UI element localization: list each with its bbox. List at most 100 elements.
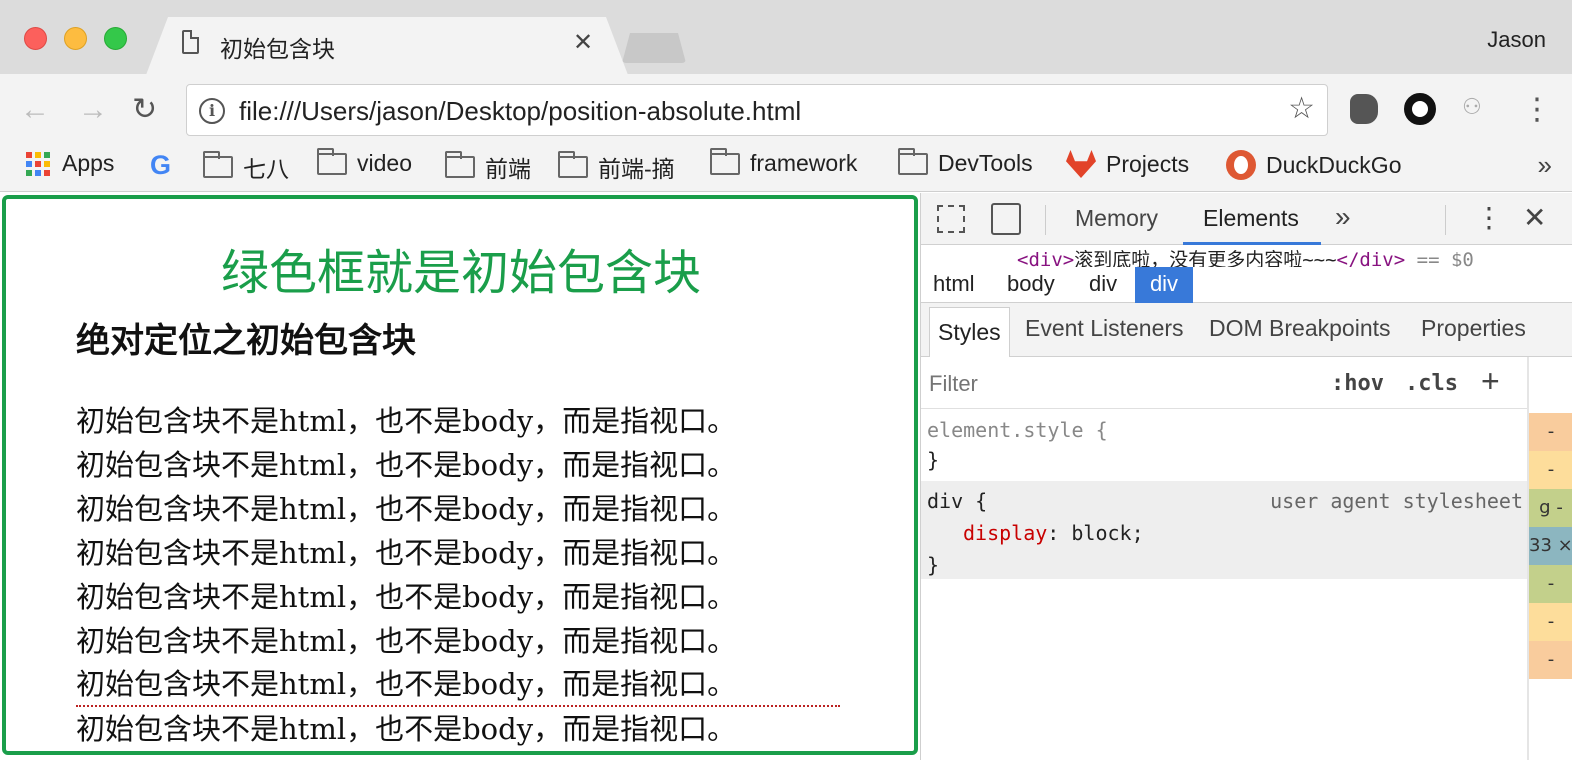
browser-tab[interactable] [146,17,628,75]
folder-icon [203,151,233,178]
css-colon: : [1047,521,1072,545]
forward-arrow-icon[interactable]: → [78,92,108,128]
text-line: 初始包含块不是html，也不是body，而是指视口。 [76,448,737,482]
bookmarks-overflow-icon[interactable]: » [1538,150,1552,181]
bookmark-folder-video[interactable]: video [317,147,412,177]
box-model-border-bottom: - [1529,603,1572,641]
box-model-border: - [1529,451,1572,489]
breadcrumb-div-selected[interactable]: div [1135,267,1193,303]
file-icon [182,30,199,54]
info-icon[interactable]: i [199,98,225,124]
element-style-selector: element.style { [927,418,1108,442]
subtab-properties[interactable]: Properties [1421,315,1526,342]
address-bar[interactable]: i file:///Users/jason/Desktop/position-a… [186,84,1328,136]
text-line: 初始包含块不是html，也不是body，而是指视口。 [76,492,737,526]
subtab-dom-breakpoints[interactable]: DOM Breakpoints [1209,315,1391,342]
elements-subtabs: Styles Event Listeners DOM Breakpoints P… [921,303,1572,358]
subtab-styles[interactable]: Styles [929,307,1010,358]
bookmark-label: framework [750,150,858,176]
breadcrumb-div[interactable]: div [1079,267,1127,303]
bookmark-label: DevTools [938,150,1033,176]
google-icon: G [150,150,172,180]
url-text[interactable]: file:///Users/jason/Desktop/position-abs… [239,96,801,127]
duckduckgo-icon [1226,150,1256,180]
bookmark-duckduckgo[interactable]: DuckDuckGo [1226,150,1401,180]
new-style-rule-icon[interactable]: + [1481,363,1500,400]
devtools-panel: Memory Elements » ⋮ ✕ <div>滚到底啦，没有更多内容啦~… [920,193,1572,760]
box-model-padding: g - [1529,489,1572,527]
paragraph-lines: 初始包含块不是html，也不是body，而是指视口。 初始包含块不是html，也… [76,399,840,751]
bookmark-folder-frontend[interactable]: 前端 [445,150,531,184]
bookmark-label: Projects [1106,150,1190,177]
more-tabs-icon[interactable]: » [1335,201,1351,233]
new-tab-button[interactable] [622,33,686,63]
text-line-highlighted: 初始包含块不是html，也不是body，而是指视口。 [76,663,840,707]
breadcrumb: html body div div [921,267,1572,303]
box-model-margin: - [1529,413,1572,451]
close-window-button[interactable] [24,27,47,50]
box-model-padding-bottom: - [1529,565,1572,603]
inspect-element-icon[interactable] [937,205,965,233]
hover-state-toggle[interactable]: :hov [1331,371,1384,396]
toolbar-divider [1045,205,1046,235]
subtab-event-listeners[interactable]: Event Listeners [1025,315,1184,342]
bookmark-star-icon[interactable]: ☆ [1288,91,1315,126]
folder-icon [898,147,928,175]
bookmark-folder-qiba[interactable]: 七八 [203,150,289,184]
browser-menu-icon[interactable]: ⋮ [1522,92,1552,128]
folder-icon [710,147,740,175]
dom-open-tag: <div> [1017,249,1075,267]
breadcrumb-html[interactable]: html [923,267,985,303]
css-property-name: display [963,521,1048,545]
text-line: 初始包含块不是html，也不是body，而是指视口。 [76,712,737,746]
zoom-window-button[interactable] [104,27,127,50]
tab-title[interactable]: 初始包含块 [220,30,335,64]
box-model-margin-bottom: - [1529,641,1572,679]
page-heading: 绝对定位之初始包含块 [76,321,416,361]
gitlab-fox-icon [1066,150,1096,178]
box-model-content: 33 × 2 [1529,527,1572,565]
evernote-extension-icon[interactable] [1350,94,1378,124]
styles-filter-row: :hov .cls + [921,357,1527,409]
box-model-diagram: - - g - 33 × 2 - - - [1529,413,1572,683]
bookmark-label: 七八 [243,156,289,182]
apps-grid-icon [26,151,50,176]
minimize-window-button[interactable] [64,27,87,50]
breadcrumb-body[interactable]: body [997,267,1065,303]
bookmarks-bar: Apps G 七八 video 前端 前端-摘 framework DevToo… [0,146,1572,192]
tab-memory[interactable]: Memory [1075,205,1158,232]
selected-dom-node[interactable]: <div>滚到底啦，没有更多内容啦~~~</div> == $0 [921,245,1572,267]
class-toggle[interactable]: .cls [1405,371,1458,396]
ua-div-rule[interactable]: div { user agent stylesheet display: blo… [921,481,1527,579]
folder-icon [317,147,347,175]
dom-node-text: 滚到底啦，没有更多内容啦~~~ [1074,249,1337,267]
folder-icon [558,151,588,178]
bookmark-folder-framework[interactable]: framework [710,147,858,177]
dom-node-ref: == $0 [1416,249,1474,267]
devtools-menu-icon[interactable]: ⋮ [1475,201,1503,234]
tab-close-icon[interactable]: ✕ [573,30,593,56]
profile-name[interactable]: Jason [1487,27,1546,53]
rule-close-brace: } [927,553,940,577]
page-viewport: 绿色框就是初始包含块 绝对定位之初始包含块 初始包含块不是html，也不是bod… [0,193,920,760]
sitemap-extension-icon[interactable]: ⚇ [1462,94,1482,120]
bookmark-projects[interactable]: Projects [1066,150,1189,178]
device-toolbar-icon[interactable] [991,203,1021,235]
text-line: 初始包含块不是html，也不是body，而是指视口。 [76,536,737,570]
styles-filter-input[interactable] [929,371,1229,397]
bookmark-apps[interactable]: Apps [26,150,114,177]
bookmark-folder-devtools[interactable]: DevTools [898,147,1033,177]
back-arrow-icon[interactable]: ← [20,92,50,128]
devtools-close-icon[interactable]: ✕ [1523,201,1546,234]
reload-icon[interactable]: ↻ [132,92,157,128]
ring-extension-icon[interactable] [1404,93,1436,125]
element-style-rule[interactable]: element.style { } [921,409,1527,481]
folder-icon [445,151,475,178]
browser-toolbar: ← → ↻ i file:///Users/jason/Desktop/posi… [0,74,1572,146]
bookmark-google[interactable]: G [150,150,171,181]
text-line: 初始包含块不是html，也不是body，而是指视口。 [76,624,737,658]
rule-source[interactable]: user agent stylesheet [1270,485,1523,517]
bookmark-folder-frontend-excerpt[interactable]: 前端-摘 [558,150,675,184]
bookmark-label: 前端-摘 [598,156,675,182]
tab-elements[interactable]: Elements [1203,205,1299,232]
